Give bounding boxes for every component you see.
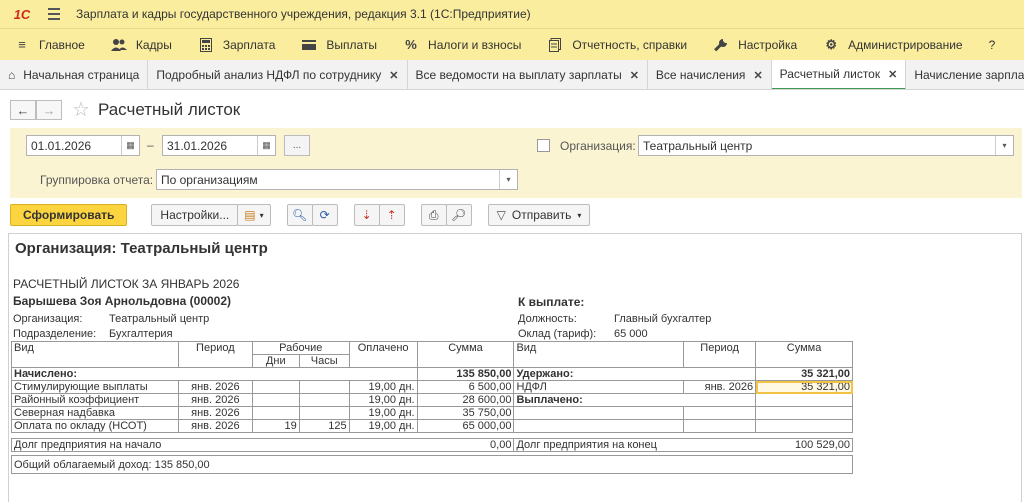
menu-item-payments[interactable]: Выплаты xyxy=(287,29,389,61)
close-icon[interactable]: ✕ xyxy=(630,69,639,82)
table-totals-row: Начислено: 135 850,00 Удержано: 35 321,0… xyxy=(11,367,853,381)
forward-button[interactable]: → xyxy=(36,100,62,120)
organization-checkbox[interactable] xyxy=(537,139,550,152)
menu-item-hr[interactable]: Кадры xyxy=(97,29,184,61)
window-title: Зарплата и кадры государственного учрежд… xyxy=(76,7,531,21)
grouping-field[interactable]: По организациям ▾ xyxy=(156,169,518,190)
date-to-field[interactable]: 31.01.2026 ▦ xyxy=(162,135,276,156)
date-from-field[interactable]: 01.01.2026 ▦ xyxy=(26,135,140,156)
employee-position: Должность: Главный бухгалтер xyxy=(518,313,712,325)
tab-all-accruals[interactable]: Все начисления ✕ xyxy=(647,60,772,89)
table-row[interactable]: Стимулирующие выплаты янв. 2026 19,00 дн… xyxy=(11,380,853,394)
favorite-star-icon[interactable]: ☆ xyxy=(72,100,90,120)
command-bar: Сформировать Настройки... ▤ ▾ 🔍︎ ⟳ ⇣ ⇡ ⎙… xyxy=(10,203,591,227)
period-select-button[interactable]: ... xyxy=(284,135,310,156)
print-preview-icon: 🔎︎ xyxy=(451,208,467,222)
date-range-dash: – xyxy=(147,138,154,152)
table-header-row: Вид Период Рабочие Оплачено Сумма Вид Пе… xyxy=(11,341,853,355)
send-button[interactable]: ▽ Отправить ▾ xyxy=(487,204,591,226)
printer-icon: ⎙ xyxy=(428,207,439,222)
menu-item-admin[interactable]: ⚙ Администрирование xyxy=(809,29,974,61)
variants-button[interactable]: ▤ ▾ xyxy=(237,204,271,226)
collapse-icon: ⇣ xyxy=(361,208,372,222)
table-header-row: Дни Часы xyxy=(11,354,853,368)
users-icon xyxy=(110,37,127,53)
hamburger-icon: ≡ xyxy=(18,37,26,52)
generate-button[interactable]: Сформировать xyxy=(10,204,128,226)
report-icon xyxy=(547,37,563,53)
expand-icon: ⇡ xyxy=(386,208,397,222)
wallet-icon xyxy=(301,37,317,53)
employee-name: Барышева Зоя Арнольдовна (00002) xyxy=(13,294,232,308)
table-row[interactable]: Северная надбавка янв. 2026 19,00 дн. 35… xyxy=(11,406,853,420)
tab-ndfl-analysis[interactable]: Подробный анализ НДФЛ по сотруднику ✕ xyxy=(148,60,408,89)
report-document[interactable]: Организация: Театральный центр РАСЧЕТНЫЙ… xyxy=(8,233,1022,502)
preview-button[interactable]: 🔎︎ xyxy=(445,204,472,226)
chevron-down-icon[interactable]: ▾ xyxy=(995,136,1013,155)
main-menu-icon[interactable] xyxy=(44,8,66,20)
close-icon[interactable]: ✕ xyxy=(389,69,398,82)
menu-item-main[interactable]: ≡ Главное xyxy=(0,29,97,61)
chevron-down-icon[interactable]: ▾ xyxy=(499,170,517,189)
arrow-left-icon: ← xyxy=(16,102,30,118)
taxable-income-row: Общий облагаемый доход: 135 850,00 xyxy=(11,455,853,474)
tab-payslip[interactable]: Расчетный листок ✕ xyxy=(771,60,907,89)
employee-organization: Организация: Театральный центр xyxy=(13,313,210,325)
employee-department: Подразделение: Бухгалтерия xyxy=(13,328,173,340)
report-title: РАСЧЕТНЫЙ ЛИСТОК ЗА ЯНВАРЬ 2026 xyxy=(13,277,240,291)
payslip-table: Вид Период Рабочие Оплачено Сумма Вид Пе… xyxy=(11,341,853,474)
find-next-button[interactable]: ⟳ xyxy=(311,204,338,226)
table-row[interactable]: Районный коэффициент янв. 2026 19,00 дн.… xyxy=(11,393,853,407)
collapse-groups-button[interactable]: ⇣ xyxy=(353,204,380,226)
percent-icon: % xyxy=(405,37,417,52)
calendar-icon[interactable]: ▦ xyxy=(257,136,275,155)
find-button[interactable]: 🔍︎ xyxy=(286,204,313,226)
menu-item-reports[interactable]: Отчетность, справки xyxy=(533,29,699,61)
search-icon: 🔍︎ xyxy=(292,208,308,222)
menu-item-taxes[interactable]: % Налоги и взносы xyxy=(389,29,533,61)
chevron-down-icon: ▾ xyxy=(577,210,582,220)
arrow-right-icon: → xyxy=(42,102,56,118)
title-bar: 1С Зарплата и кадры государственного учр… xyxy=(0,0,1024,28)
employee-salary: Оклад (тариф): 65 000 xyxy=(518,328,648,340)
report-parameters: 01.01.2026 ▦ – 31.01.2026 ▦ ... Организа… xyxy=(10,128,1022,198)
menu-item-settings[interactable]: Настройка xyxy=(699,29,809,61)
settings-button[interactable]: Настройки... xyxy=(151,204,239,226)
send-icon: ▽ xyxy=(496,208,506,222)
chevron-down-icon: ▾ xyxy=(259,210,264,220)
organization-label: Организация: xyxy=(560,139,636,153)
form-header: ← → ☆ Расчетный листок xyxy=(10,98,240,122)
wrench-icon xyxy=(713,37,729,53)
form-title: Расчетный листок xyxy=(97,100,241,119)
organization-field[interactable]: Театральный центр ▾ xyxy=(638,135,1014,156)
open-windows-tabs: ⌂ Начальная страница Подробный анализ НДФ… xyxy=(0,60,1024,90)
report-variants-icon: ▤ xyxy=(244,208,256,222)
sections-panel: ≡ Главное Кадры Зарплата Выплаты % Налоги … xyxy=(0,28,1024,60)
to-pay-label: К выплате: xyxy=(518,295,585,309)
debt-row: Долг предприятия на начало 0,00 Долг пре… xyxy=(11,438,853,452)
grouping-label: Группировка отчета: xyxy=(40,173,154,187)
search-next-icon: ⟳ xyxy=(319,208,330,222)
app-logo[interactable]: 1С xyxy=(0,0,44,28)
close-icon[interactable]: ✕ xyxy=(888,68,897,81)
help-button[interactable]: ? xyxy=(975,29,1008,61)
print-button[interactable]: ⎙ xyxy=(420,204,447,226)
selected-cell[interactable]: 35 321,00 xyxy=(755,380,853,394)
tab-salary-accrual[interactable]: Начисление зарплаты xyxy=(906,60,1024,89)
home-icon: ⌂ xyxy=(8,68,16,82)
help-icon: ? xyxy=(988,37,996,52)
close-icon[interactable]: ✕ xyxy=(753,69,762,82)
calculator-icon xyxy=(198,37,214,53)
menu-item-salary[interactable]: Зарплата xyxy=(184,29,288,61)
table-row[interactable]: Оплата по окладу (НСОТ) янв. 2026 19 125… xyxy=(11,419,853,433)
tab-payment-statements[interactable]: Все ведомости на выплату зарплаты ✕ xyxy=(407,60,648,89)
expand-groups-button[interactable]: ⇡ xyxy=(378,204,405,226)
report-organization-header: Организация: Театральный центр xyxy=(15,240,268,257)
back-button[interactable]: ← xyxy=(10,100,36,120)
tab-home[interactable]: ⌂ Начальная страница xyxy=(0,60,149,89)
calendar-icon[interactable]: ▦ xyxy=(121,136,139,155)
gear-icon: ⚙ xyxy=(825,36,837,52)
